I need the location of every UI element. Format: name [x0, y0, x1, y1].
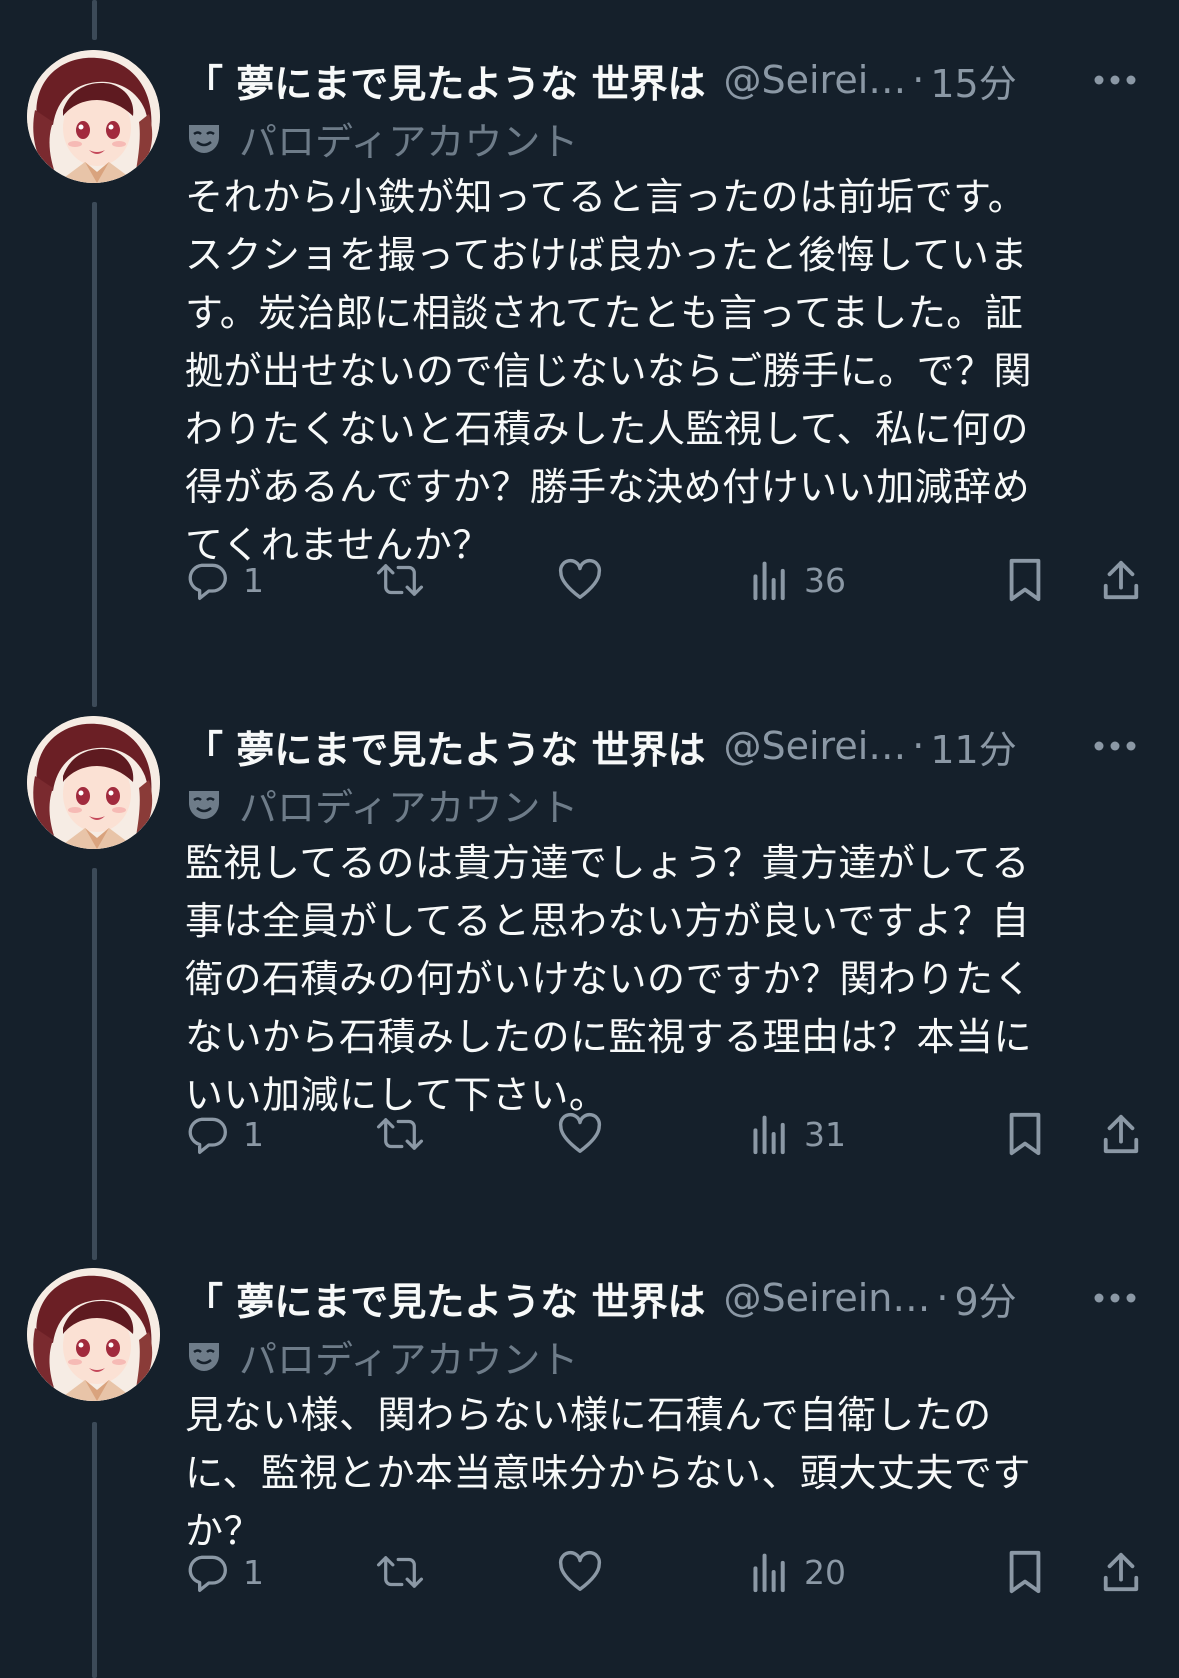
tweet-2[interactable]: 「 夢にまで見たような 世界は @Seirei… · 11分 パロディアカウント…	[0, 716, 1179, 1216]
tweet-1[interactable]: 「 夢にまで見たような 世界は @Seirei… · 15分 パロディアカウント…	[0, 50, 1179, 650]
heart-icon	[558, 558, 602, 599]
view-count: 20	[804, 1552, 846, 1592]
avatar[interactable]	[27, 1268, 160, 1401]
timestamp[interactable]: 11分	[930, 719, 1016, 774]
user-handle[interactable]: @Seirein…	[723, 1276, 930, 1320]
retweet-icon	[376, 1118, 424, 1150]
heart-icon	[558, 1550, 602, 1591]
display-name[interactable]: 「 夢にまで見たような 世界は	[185, 53, 705, 108]
action-bar: 1 20	[185, 1542, 1145, 1602]
separator: ·	[936, 1276, 949, 1320]
user-handle[interactable]: @Seirei…	[723, 724, 906, 768]
tweet-header: 「 夢にまで見たような 世界は @Seirein… · 9分	[185, 1268, 1145, 1328]
thread-line-top	[92, 0, 97, 40]
tweet-3[interactable]: 「 夢にまで見たような 世界は @Seirein… · 9分 パロディアカウント…	[0, 1268, 1179, 1678]
views-button[interactable]: 36	[750, 550, 846, 610]
bookmark-button[interactable]	[1005, 1104, 1045, 1164]
reply-icon	[188, 1555, 227, 1592]
reply-icon	[188, 563, 227, 600]
reply-count: 1	[243, 1552, 264, 1592]
parody-label-text: パロディアカウント	[239, 785, 579, 830]
bookmark-button[interactable]	[1005, 550, 1045, 610]
like-button[interactable]	[557, 1104, 603, 1164]
parody-label-text: パロディアカウント	[239, 1337, 579, 1382]
retweet-button[interactable]	[375, 1104, 425, 1164]
timestamp[interactable]: 9分	[954, 1271, 1016, 1326]
avatar[interactable]	[27, 50, 160, 183]
mask-icon	[189, 791, 219, 819]
views-button[interactable]: 20	[750, 1542, 846, 1602]
retweet-button[interactable]	[375, 1542, 425, 1602]
tweet-header: 「 夢にまで見たような 世界は @Seirei… · 11分	[185, 716, 1145, 776]
like-button[interactable]	[557, 550, 603, 610]
view-count: 31	[804, 1114, 846, 1154]
reply-button[interactable]: 1	[185, 550, 264, 610]
views-icon	[753, 1115, 785, 1155]
action-bar: 1 36	[185, 550, 1145, 610]
more-icon[interactable]	[1085, 58, 1145, 102]
user-handle[interactable]: @Seirei…	[723, 58, 906, 102]
retweet-icon	[376, 1556, 424, 1588]
views-icon	[753, 561, 785, 601]
share-button[interactable]	[1100, 1104, 1142, 1164]
parody-label-text: パロディアカウント	[239, 119, 579, 164]
reply-count: 1	[243, 1114, 264, 1154]
retweet-button[interactable]	[375, 550, 425, 610]
heart-icon	[558, 1112, 602, 1153]
more-icon[interactable]	[1085, 1276, 1145, 1320]
share-icon	[1103, 1552, 1139, 1592]
views-icon	[753, 1553, 785, 1593]
parody-label: パロディアカウント	[185, 776, 578, 832]
tweet-text: それから小鉄が知ってると言ったのは前垢です。 スクショを撮っておけば良かったと後…	[185, 175, 1033, 567]
separator: ·	[912, 58, 925, 102]
reply-icon	[188, 1117, 227, 1154]
mask-icon	[189, 1343, 219, 1371]
retweet-icon	[376, 564, 424, 596]
parody-label: パロディアカウント	[185, 1328, 578, 1384]
timestamp[interactable]: 15分	[930, 53, 1016, 108]
bookmark-icon	[1009, 1112, 1041, 1156]
separator: ·	[912, 724, 925, 768]
display-name[interactable]: 「 夢にまで見たような 世界は	[185, 719, 705, 774]
mask-icon	[189, 125, 219, 153]
bookmark-icon	[1009, 1550, 1041, 1594]
action-bar: 1 31	[185, 1104, 1145, 1164]
views-button[interactable]: 31	[750, 1104, 846, 1164]
reply-button[interactable]: 1	[185, 1542, 264, 1602]
more-icon[interactable]	[1085, 724, 1145, 768]
share-icon	[1103, 1114, 1139, 1154]
tweet-header: 「 夢にまで見たような 世界は @Seirei… · 15分	[185, 50, 1145, 110]
like-button[interactable]	[557, 1542, 603, 1602]
reply-button[interactable]: 1	[185, 1104, 264, 1164]
view-count: 36	[804, 560, 846, 600]
share-icon	[1103, 560, 1139, 600]
share-button[interactable]	[1100, 550, 1142, 610]
bookmark-button[interactable]	[1005, 1542, 1045, 1602]
share-button[interactable]	[1100, 1542, 1142, 1602]
display-name[interactable]: 「 夢にまで見たような 世界は	[185, 1271, 705, 1326]
tweet-text: 監視してるのは貴方達でしょう？貴方達がしてる 事は全員がしてると思わない方が良い…	[185, 841, 1033, 1117]
reply-count: 1	[243, 560, 264, 600]
bookmark-icon	[1009, 558, 1041, 602]
parody-label: パロディアカウント	[185, 110, 578, 166]
avatar[interactable]	[27, 716, 160, 849]
tweet-text: 見ない様、関わらない様に石積んで自衛したの に、監視とか本当意味分からない、頭大…	[185, 1393, 1031, 1553]
